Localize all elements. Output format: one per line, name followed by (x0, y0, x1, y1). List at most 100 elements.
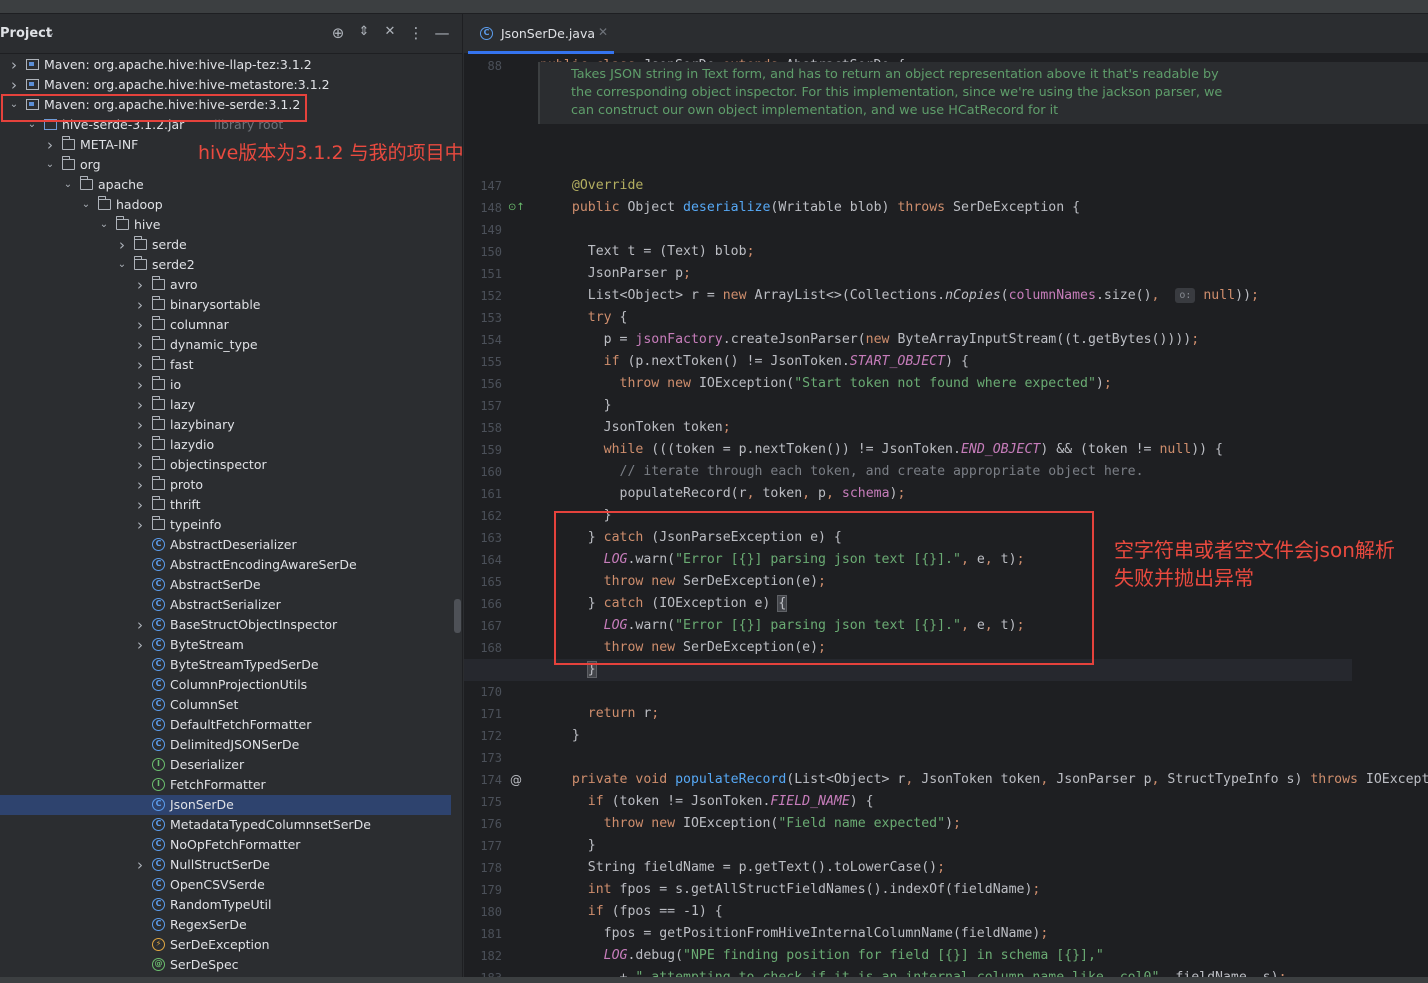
project-panel-title[interactable]: Project (0, 26, 52, 41)
line-number: 173 (480, 751, 502, 765)
tree-item[interactable]: › fast (0, 355, 462, 375)
chevron-right-icon[interactable]: › (134, 475, 146, 495)
usages-marker-icon[interactable]: @ (510, 769, 522, 791)
chevron-right-icon[interactable]: › (8, 55, 20, 75)
tree-item[interactable]: ⚡ SerDeException (0, 935, 462, 955)
tree-item[interactable]: ⌄ hadoop (0, 195, 462, 215)
tree-item[interactable]: › C NullStructSerDe (0, 855, 462, 875)
tree-item[interactable]: C AbstractDeserializer (0, 535, 462, 555)
tree-item[interactable]: C DefaultFetchFormatter (0, 715, 462, 735)
code-line: populateRecord(r, token, p, schema); (556, 486, 906, 501)
tree-item[interactable]: › lazy (0, 395, 462, 415)
library-icon (26, 79, 39, 90)
chevron-right-icon[interactable]: › (134, 615, 146, 635)
chevron-right-icon[interactable]: › (134, 855, 146, 875)
line-number: 170 (480, 685, 502, 699)
tree-item[interactable]: › thrift (0, 495, 462, 515)
tree-item[interactable]: › lazybinary (0, 415, 462, 435)
tree-item[interactable]: C ByteStreamTypedSerDe (0, 655, 462, 675)
folder-icon (152, 296, 165, 310)
tab-jsonserde[interactable]: C JsonSerDe.java ✕ (468, 14, 614, 54)
chevron-right-icon[interactable]: › (134, 455, 146, 475)
tree-item[interactable]: C AbstractEncodingAwareSerDe (0, 555, 462, 575)
options-icon[interactable]: ⋮ (407, 24, 425, 42)
tree-item-label: META-INF (80, 137, 139, 152)
tree-item[interactable]: › typeinfo (0, 515, 462, 535)
project-scrollbar[interactable] (454, 599, 461, 633)
chevron-down-icon[interactable]: ⌄ (44, 155, 56, 175)
code-line: List<Object> r = new ArrayList<>(Collect… (556, 288, 1259, 303)
chevron-right-icon[interactable]: › (134, 315, 146, 335)
line-number: 160 (480, 465, 502, 479)
tree-item[interactable]: ⌄ serde2 (0, 255, 462, 275)
tree-item[interactable]: › lazydio (0, 435, 462, 455)
chevron-right-icon[interactable]: › (134, 635, 146, 655)
chevron-right-icon[interactable]: › (134, 515, 146, 535)
tree-item-label: DelimitedJSONSerDe (170, 737, 300, 752)
chevron-right-icon[interactable]: › (134, 435, 146, 455)
tree-item[interactable]: › proto (0, 475, 462, 495)
chevron-right-icon[interactable]: › (116, 235, 128, 255)
tree-item[interactable]: @ SerDeSpec (0, 955, 462, 975)
tree-item[interactable]: C JsonSerDe (0, 795, 451, 815)
tree-item[interactable]: C NoOpFetchFormatter (0, 835, 462, 855)
tree-item[interactable]: C DelimitedJSONSerDe (0, 735, 462, 755)
tree-item[interactable]: C OpenCSVSerde (0, 875, 462, 895)
exception-icon: ⚡ (152, 938, 165, 951)
tree-item[interactable]: C AbstractSerializer (0, 595, 462, 615)
chevron-down-icon[interactable]: ⌄ (98, 215, 110, 235)
chevron-down-icon[interactable]: ⌄ (62, 175, 74, 195)
tree-item[interactable]: › C BaseStructObjectInspector (0, 615, 462, 635)
code-line: // iterate through each token, and creat… (619, 464, 1144, 479)
folder-icon (152, 416, 165, 430)
line-number: 171 (480, 707, 502, 721)
code-line: fpos = getPositionFromHiveInternalColumn… (556, 926, 1049, 941)
chevron-right-icon[interactable]: › (134, 275, 146, 295)
tree-item[interactable]: C ColumnSet (0, 695, 462, 715)
locate-icon[interactable]: ⊕ (329, 24, 347, 42)
tree-item-label: ColumnSet (170, 697, 239, 712)
expand-all-icon[interactable]: ⇕ (355, 24, 373, 39)
tree-item[interactable]: › serde (0, 235, 462, 255)
tree-item[interactable]: C ColumnProjectionUtils (0, 675, 462, 695)
chevron-down-icon[interactable]: ⌄ (116, 255, 128, 275)
chevron-right-icon[interactable]: › (134, 375, 146, 395)
tree-item[interactable]: C AbstractSerDe (0, 575, 462, 595)
tree-item[interactable]: C MetadataTypedColumnsetSerDe (0, 815, 462, 835)
tree-item[interactable]: C RandomTypeUtil (0, 895, 462, 915)
code-line: LOG.debug("NPE finding position for fiel… (603, 948, 1104, 963)
tree-item[interactable]: ⌄ hive (0, 215, 462, 235)
tree-item[interactable]: › Maven: org.apache.hive:hive-llap-tez:3.… (0, 55, 462, 75)
tree-item[interactable]: › binarysortable (0, 295, 462, 315)
chevron-right-icon[interactable]: › (134, 495, 146, 515)
chevron-down-icon[interactable]: ⌄ (80, 195, 92, 215)
tree-item[interactable]: C RegexSerDe (0, 915, 462, 935)
hide-icon[interactable]: — (433, 24, 451, 42)
tree-item[interactable]: › columnar (0, 315, 462, 335)
tree-item[interactable]: › objectinspector (0, 455, 462, 475)
tree-item[interactable]: › C ByteStream (0, 635, 462, 655)
line-number: 155 (480, 355, 502, 369)
chevron-right-icon[interactable]: › (134, 415, 146, 435)
chevron-right-icon[interactable]: › (134, 395, 146, 415)
tree-item[interactable]: › io (0, 375, 462, 395)
chevron-right-icon[interactable]: › (134, 355, 146, 375)
tree-item[interactable]: I Deserializer (0, 755, 462, 775)
code-line: if (fpos == -1) { (587, 904, 723, 919)
tree-item[interactable]: ⌄ apache (0, 175, 462, 195)
doc-line: the corresponding object inspector. For … (571, 85, 1223, 100)
chevron-right-icon[interactable]: › (134, 335, 146, 355)
tree-item[interactable]: I FetchFormatter (0, 775, 462, 795)
tree-item[interactable]: › dynamic_type (0, 335, 462, 355)
close-icon[interactable]: ✕ (598, 25, 608, 39)
tab-label: JsonSerDe.java (501, 26, 596, 41)
chevron-right-icon[interactable]: › (134, 295, 146, 315)
override-marker-icon[interactable]: ⊙↑ (508, 197, 525, 219)
collapse-all-icon[interactable]: ✕ (381, 24, 399, 39)
line-number: 164 (480, 553, 502, 567)
tree-item[interactable]: › Maven: org.apache.hive:hive-metastore:3… (0, 75, 462, 95)
chevron-right-icon[interactable]: › (8, 75, 20, 95)
tree-item[interactable]: › avro (0, 275, 462, 295)
chevron-down-icon[interactable]: ⌄ (46, 26, 55, 39)
chevron-right-icon[interactable]: › (44, 135, 56, 155)
